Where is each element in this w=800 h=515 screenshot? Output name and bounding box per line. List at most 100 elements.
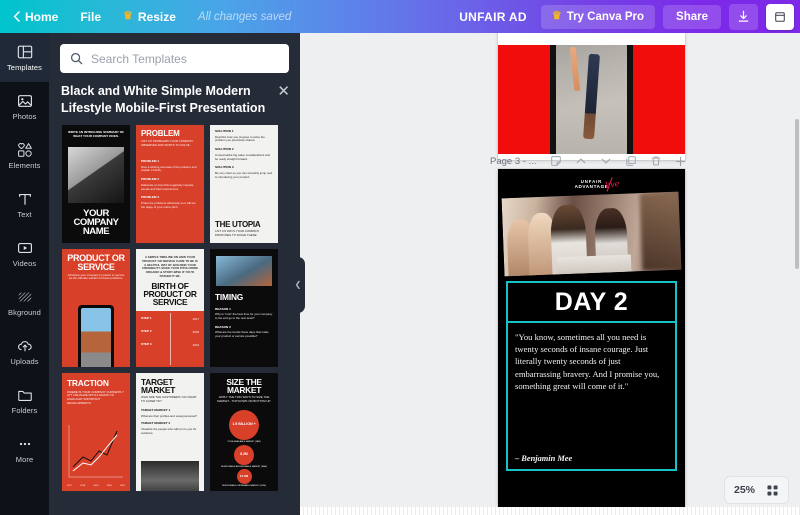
logo-script: live	[604, 178, 620, 190]
slide-current[interactable]: UNFAIR ADVANTAGE live DAY 2 "You know, s…	[498, 169, 685, 507]
slide-previous-photo	[555, 45, 628, 154]
thumb-headline: PROBLEM	[141, 129, 180, 138]
panel-title-row: Black and White Simple Modern Lifestyle …	[49, 73, 300, 116]
file-label: File	[80, 9, 102, 24]
slide-previous[interactable]	[498, 33, 685, 160]
delete-page-icon	[651, 156, 661, 166]
thumb-item: REASON 2 What are the trends these days …	[215, 325, 273, 339]
thumb-bubbles: 1.9 BILLION + TOTAL AVAILABLE MARKET (TA…	[215, 410, 273, 488]
text-icon	[18, 193, 31, 205]
save-status-label: All changes saved	[197, 10, 292, 23]
search-area	[49, 33, 300, 73]
thumb-item-label: PROBLEM 1	[141, 158, 160, 163]
thumb-bubble-value: 1.9 BILLION +	[229, 410, 259, 440]
thumb-item-body: Be very clear so you can smoothly jump n…	[215, 171, 273, 179]
zoom-controls: 25%	[724, 477, 788, 503]
sidebar-item-photos[interactable]: Photos	[0, 82, 49, 131]
crown-icon: ♛	[123, 10, 133, 22]
grid-view-button[interactable]	[766, 484, 779, 497]
share-label: Share	[676, 10, 708, 23]
sidebar-item-elements[interactable]: Elements	[0, 131, 49, 180]
template-thumbnail[interactable]: SOLUTION 1 Describe how you propose to s…	[210, 125, 278, 243]
thumb-timeline: STEP 1 2017 STEP 2 2018 STEP 3 2019	[136, 311, 204, 367]
thumb-x-label: 2017	[67, 485, 72, 488]
try-canva-pro-button[interactable]: ♛ Try Canva Pro	[540, 4, 656, 29]
share-button[interactable]: Share	[663, 4, 721, 29]
top-toolbar: Home File ♛ Resize All changes saved UNF…	[0, 0, 800, 33]
more-dots-icon	[19, 442, 30, 445]
thumb-item: PROBLEM 2 Elaborate on how this negative…	[141, 177, 199, 191]
thumb-bubble-value: 8.2M	[234, 444, 254, 465]
thumb-item: SOLUTION 1 Describe how you propose to s…	[215, 129, 273, 143]
thumb-item: TARGET MARKET 1 What are their profiles …	[141, 408, 199, 418]
thumb-x-label: 2019	[93, 485, 99, 488]
collapse-panel-handle[interactable]: ❮	[291, 257, 305, 313]
zoom-level[interactable]: 25%	[734, 484, 755, 496]
template-thumbnail[interactable]: TRACTION WHERE IS YOUR COMPANY CURRENTLY…	[62, 373, 130, 491]
thumb-item-body: Why is "now" the best time for your comp…	[215, 312, 273, 320]
add-page-icon	[676, 156, 686, 166]
close-icon[interactable]: ✕	[277, 83, 290, 99]
sidebar-item-text[interactable]: Text	[0, 180, 49, 229]
template-thumbnail[interactable]: PROBLEM LIST 3-5 PROBLEMS YOUR COMPANY O…	[136, 125, 204, 243]
thumb-item: TARGET MARKET 2 Visualize the people who…	[141, 422, 199, 435]
thumb-headline: YOUR COMPANY NAME	[73, 207, 119, 237]
search-input[interactable]	[91, 51, 279, 66]
canvas-area[interactable]: Page 3 - ... UNFAIR ADVANTAGE live DAY 2…	[300, 33, 800, 515]
thumb-photo	[216, 256, 272, 286]
thumb-top-text: Introduce your company's product or serv…	[67, 272, 125, 281]
sidebar-item-folders[interactable]: Folders	[0, 376, 49, 425]
thumb-x-label: 2018	[80, 485, 86, 488]
template-thumbnail[interactable]: SIZE THE MARKET APPLY THE TWO WAYS TO SI…	[210, 373, 278, 491]
thumb-item-label: TARGET MARKET 1	[141, 408, 171, 412]
slide-photo[interactable]	[501, 191, 682, 277]
home-button[interactable]: Home	[0, 0, 69, 33]
thumb-step-year: 2017	[192, 317, 199, 321]
canvas-scrollbar-thumb[interactable]	[795, 119, 799, 269]
search-box[interactable]	[60, 44, 289, 73]
download-button[interactable]	[729, 3, 758, 30]
thumb-top-text: WRITE AN INTRIGUING SUMMARY OF WHAT YOUR…	[67, 130, 125, 139]
sidebar-item-uploads[interactable]: Uploads	[0, 327, 49, 376]
grid-view-icon	[767, 484, 778, 496]
slide-logo: UNFAIR ADVANTAGE live	[575, 175, 620, 193]
thumb-step-year: 2018	[192, 329, 199, 334]
thumb-items: PROBLEM 1 Give a striking overview of th…	[141, 158, 199, 210]
sidebar-item-templates[interactable]: Templates	[0, 33, 49, 82]
sidebar-item-label: Uploads	[10, 356, 39, 366]
thumb-item-label: SOLUTION 3	[215, 165, 234, 170]
thumb-phone-screen	[81, 308, 111, 367]
page-label[interactable]: Page 3 - ...	[490, 156, 536, 167]
thumb-item-label: SOLUTION 1	[215, 129, 234, 133]
top-toolbar-right: UNFAIR AD ♛ Try Canva Pro Share	[459, 0, 800, 33]
templates-icon	[17, 45, 32, 58]
slide-photo-table	[556, 254, 632, 275]
slide-day-box: DAY 2	[506, 281, 677, 323]
sidebar-item-videos[interactable]: Videos	[0, 229, 49, 278]
thumb-headline: TRACTION	[67, 378, 109, 388]
publish-button[interactable]	[766, 3, 794, 30]
slide-previous-content	[498, 45, 685, 154]
file-menu-button[interactable]: File	[69, 0, 112, 33]
thumb-item-label: REASON 1	[215, 306, 231, 311]
sidebar-item-background[interactable]: Bkground	[0, 278, 49, 327]
thumb-headline: PRODUCT OR SERVICE	[67, 253, 125, 272]
photos-icon	[17, 94, 32, 107]
template-thumbnail[interactable]: A SIMPLE TIMELINE ON HOW YOUR PRODUCT OR…	[136, 249, 204, 367]
crown-icon: ♛	[551, 10, 562, 22]
resize-label: Resize	[137, 9, 176, 24]
thumb-item: PROBLEM 1 Give a striking overview of th…	[141, 158, 199, 173]
sidebar-item-more[interactable]: More	[0, 425, 49, 474]
chevron-left-icon	[13, 11, 20, 22]
template-thumbnail[interactable]: WRITE AN INTRIGUING SUMMARY OF WHAT YOUR…	[62, 125, 130, 243]
template-thumbnail[interactable]: TARGET MARKET WHO ARE THE CUSTOMERS YOU …	[136, 373, 204, 491]
videos-icon	[17, 242, 32, 253]
template-thumbnail[interactable]: PRODUCT OR SERVICE Introduce your compan…	[62, 249, 130, 367]
sidebar-item-label: Templates	[6, 62, 43, 72]
canvas-scrollbar[interactable]	[794, 33, 800, 515]
thumb-line-chart	[68, 425, 123, 478]
resize-button[interactable]: ♛ Resize	[112, 0, 187, 33]
template-thumbnail[interactable]: TIMING REASON 1 Why is "now" the best ti…	[210, 249, 278, 367]
thumb-top-text: WHERE IS YOUR COMPANY CURRENTLY AT? VISU…	[67, 389, 124, 405]
home-label: Home	[25, 9, 59, 24]
